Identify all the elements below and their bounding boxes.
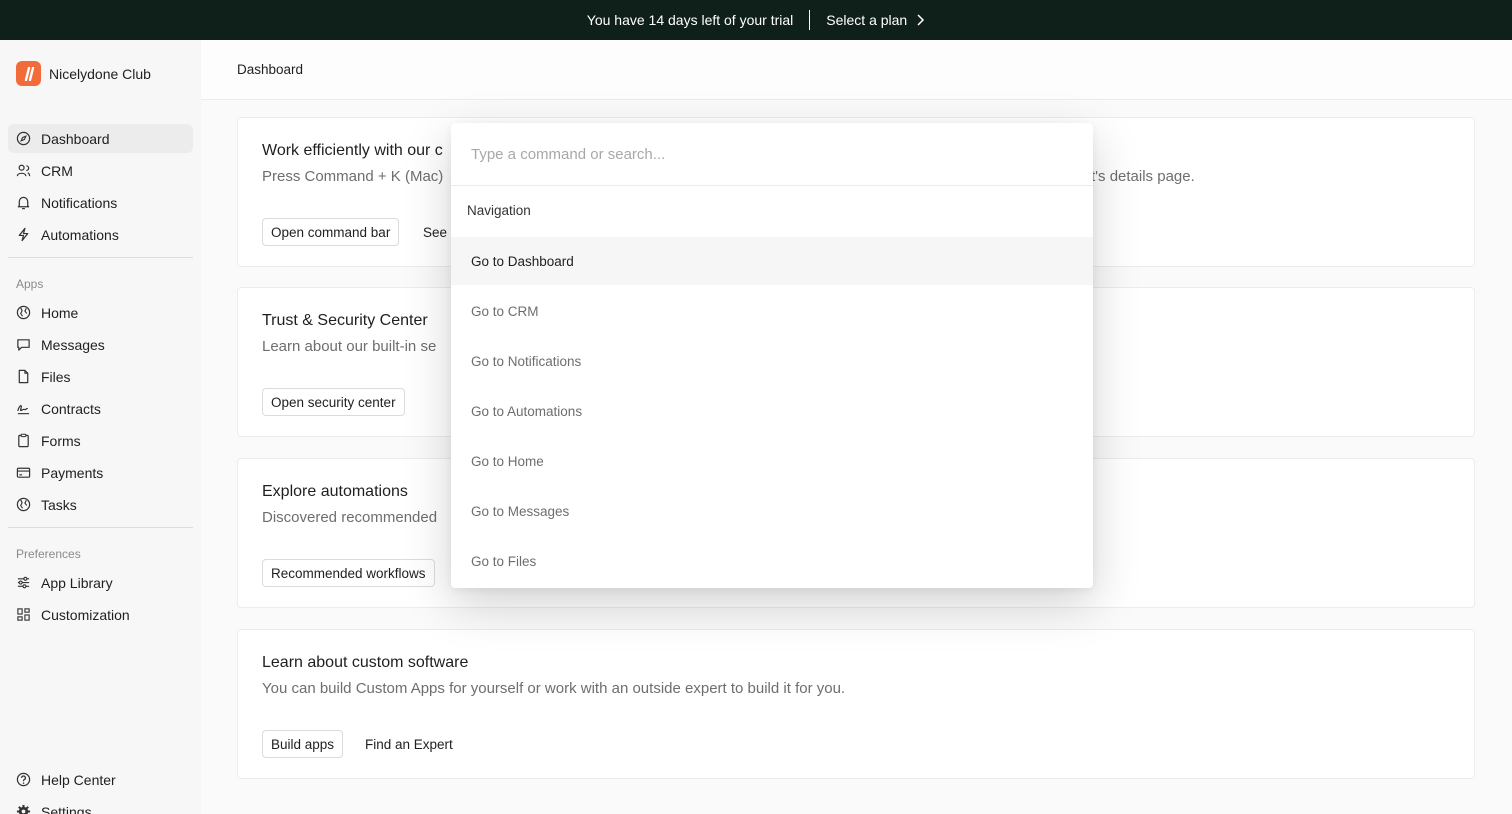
signature-icon [17,405,30,415]
select-plan-label: Select a plan [826,12,908,28]
sidebar-item-notifications[interactable]: Notifications [8,188,193,217]
top-bar: Dashboard [201,40,1512,100]
command-search-input[interactable] [451,123,1093,186]
file-icon [18,369,29,384]
preferences-section-label: Preferences [16,547,81,561]
bell-icon [17,196,30,210]
card-title: Trust & Security Center [262,312,428,329]
brand-logo [16,61,41,86]
sidebar-item-label: Help Center [41,771,116,788]
help-icon [16,772,31,787]
sidebar-divider [8,257,193,258]
sidebar-item-label: Notifications [41,194,118,211]
bolt-icon [18,227,29,242]
apps-section-label: Apps [16,277,44,291]
card-title: Learn about custom software [262,654,469,671]
command-palette: Navigation Go to Dashboard Go to CRM Go … [451,123,1093,588]
build-apps-button[interactable]: Build apps [262,730,344,758]
globe-icon [16,305,31,320]
sidebar-item-label: Forms [41,432,81,449]
sidebar-item-label: Contracts [41,400,101,417]
sidebar-item-help-center[interactable]: Help Center [8,765,193,794]
sidebar-divider [8,527,193,528]
credit-card-icon [16,467,31,478]
users-icon [16,164,31,177]
see-link[interactable]: See [423,218,447,246]
sidebar-item-contracts[interactable]: Contracts [8,394,193,423]
sliders-icon [17,576,30,589]
sidebar-item-label: Customization [41,606,130,623]
sidebar-item-label: Messages [41,336,105,353]
open-command-bar-button[interactable]: Open command bar [262,218,400,246]
card-description-tail: t's details page. [1091,168,1195,185]
sidebar-item-automations[interactable]: Automations [8,220,193,249]
workspace-name: Nicelydone Club [49,65,151,82]
sidebar-item-forms[interactable]: Forms [8,426,193,455]
command-go-to-dashboard[interactable]: Go to Dashboard [451,237,1093,285]
sidebar-item-customization[interactable]: Customization [8,600,193,629]
sidebar-item-messages[interactable]: Messages [8,330,193,359]
command-go-to-crm[interactable]: Go to CRM [451,287,1093,335]
card-description: Press Command + K (Mac) [262,168,444,185]
sidebar-item-label: App Library [41,574,113,591]
command-go-to-home[interactable]: Go to Home [451,437,1093,485]
sidebar-item-label: Tasks [41,496,77,513]
sidebar-item-label: Files [41,368,71,385]
sidebar-item-payments[interactable]: Payments [8,458,193,487]
command-go-to-automations[interactable]: Go to Automations [451,387,1093,435]
open-security-center-button[interactable]: Open security center [262,388,405,416]
sidebar-item-app-library[interactable]: App Library [8,568,193,597]
card-custom-software: Learn about custom software You can buil… [237,629,1475,779]
sidebar-item-crm[interactable]: CRM [8,156,193,185]
command-go-to-messages[interactable]: Go to Messages [451,487,1093,535]
command-go-to-notifications[interactable]: Go to Notifications [451,337,1093,385]
clipboard-icon [18,433,29,448]
card-description: Discovered recommended [262,509,438,526]
sidebar: Nicelydone Club Dashboard CRM Notificati… [0,40,201,814]
sidebar-item-label: CRM [41,162,73,179]
workspace-switcher[interactable]: Nicelydone Club [16,61,151,86]
find-expert-link[interactable]: Find an Expert [365,730,453,758]
recommended-workflows-button[interactable]: Recommended workflows [262,559,435,587]
grid-icon [17,608,30,621]
sidebar-item-tasks[interactable]: Tasks [8,490,193,519]
sidebar-item-files[interactable]: Files [8,362,193,391]
sidebar-item-settings[interactable]: Settings [8,797,193,814]
command-go-to-files[interactable]: Go to Files [451,537,1093,585]
sidebar-item-label: Payments [41,464,104,481]
sidebar-item-home[interactable]: Home [8,298,193,327]
sidebar-item-dashboard[interactable]: Dashboard [8,124,193,153]
trial-banner: You have 14 days left of your trial Sele… [0,0,1512,40]
card-description: Learn about our built-in se [262,338,437,355]
card-description: You can build Custom Apps for yourself o… [262,680,846,697]
sidebar-item-label: Dashboard [41,130,110,147]
banner-divider [809,10,811,30]
sidebar-item-label: Automations [41,226,119,243]
sidebar-item-label: Settings [41,803,92,814]
globe-icon [16,497,31,512]
chat-icon [17,339,30,351]
compass-icon [16,131,31,146]
trial-text: You have 14 days left of your trial [586,12,794,28]
page-title: Dashboard [237,62,304,77]
card-title: Explore automations [262,483,408,500]
sidebar-item-label: Home [41,304,79,321]
chevron-right-icon [917,14,925,26]
card-title: Work efficiently with our c [262,142,443,159]
gear-icon [16,804,31,814]
select-plan-link[interactable]: Select a plan [826,12,925,28]
navigation-group-label: Navigation [467,203,531,218]
